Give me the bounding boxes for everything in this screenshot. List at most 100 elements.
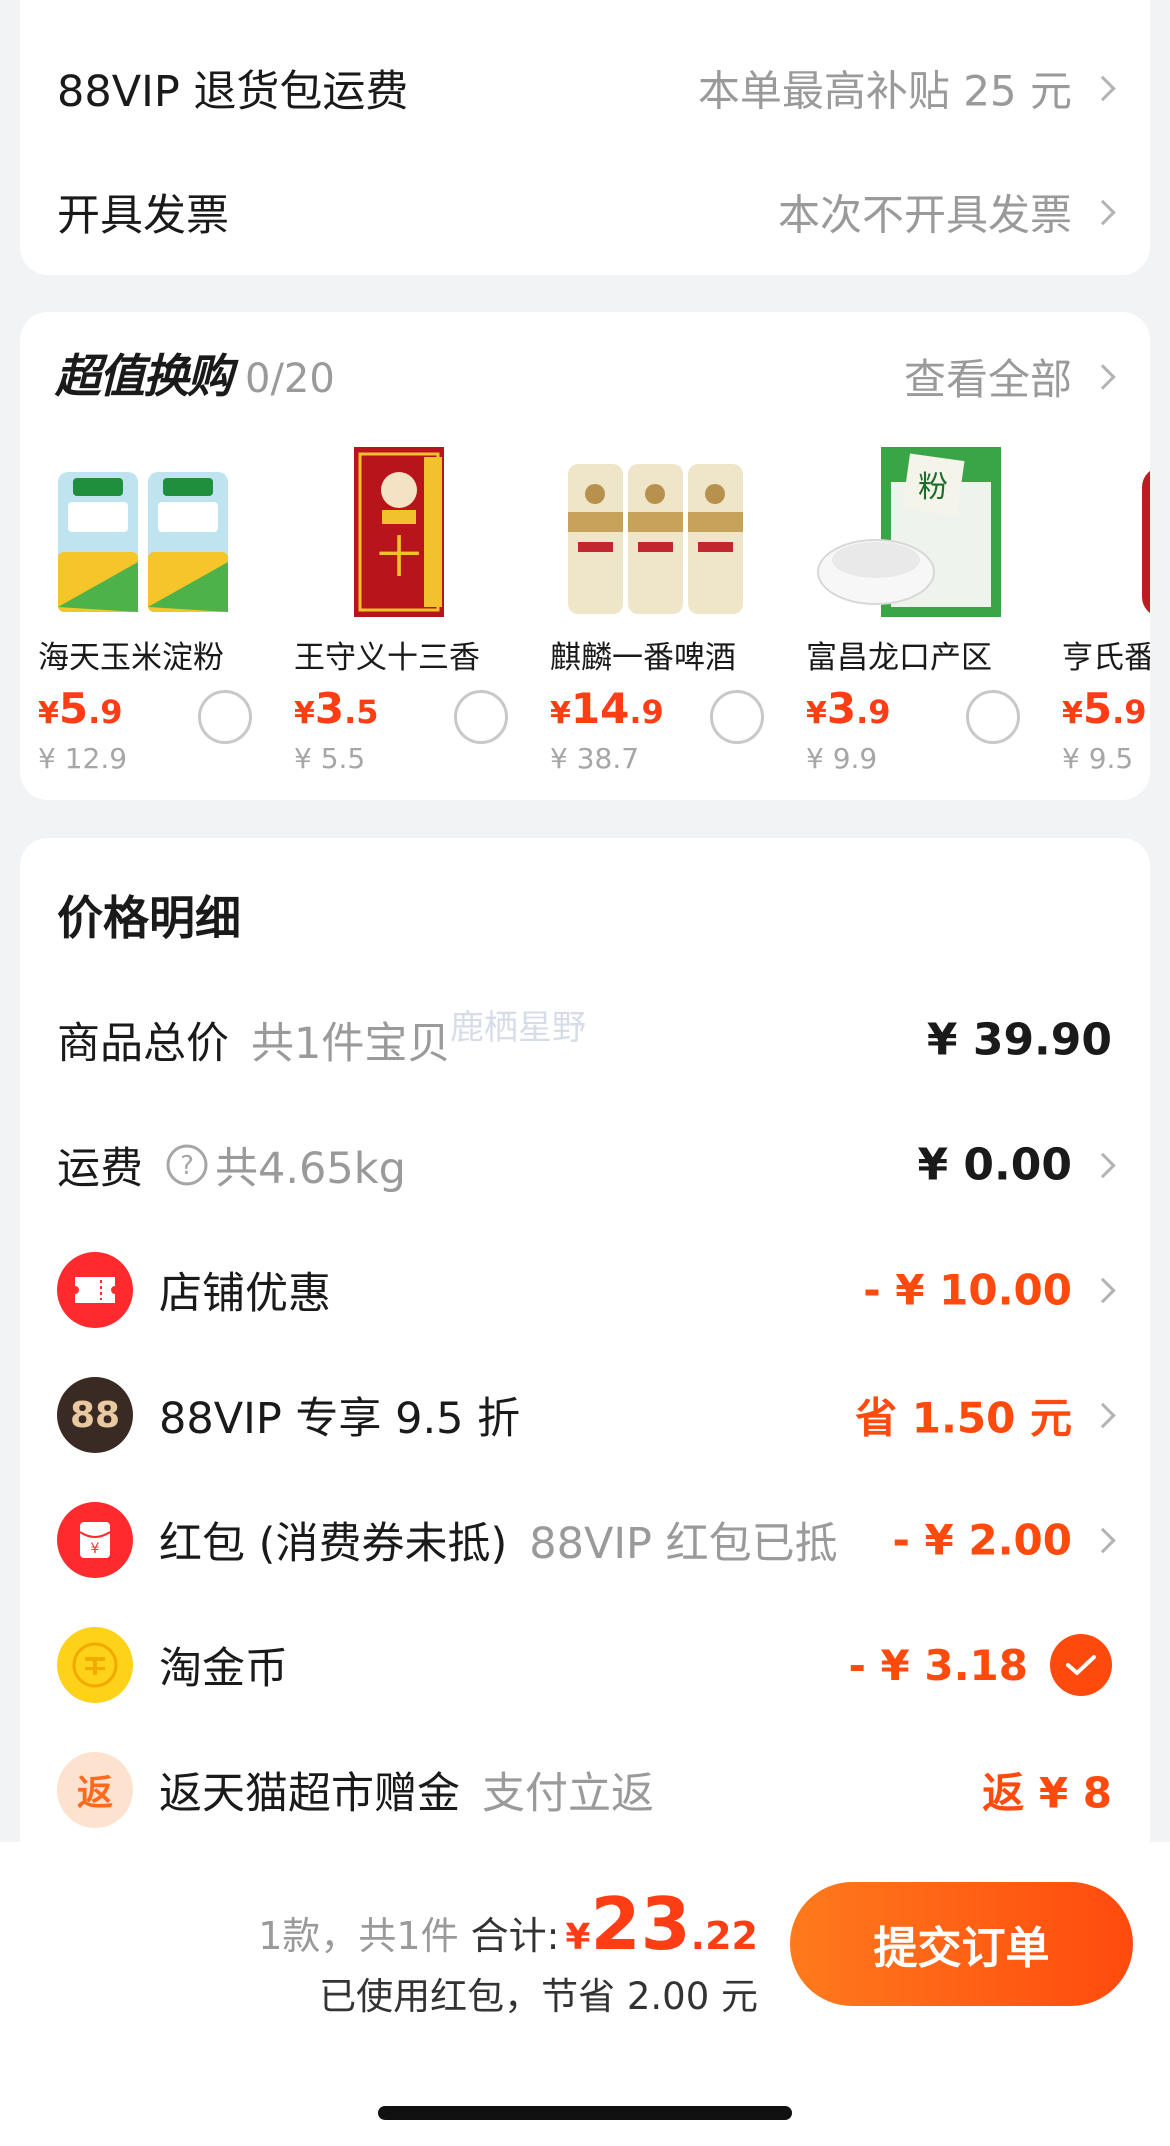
product-original-price: ¥ 12.9 xyxy=(38,742,128,775)
swap-purchase-card: 超值换购 0/20 查看全部 海天玉米淀粉 ¥5.9 ¥ 12.9 十 王守义十… xyxy=(20,312,1150,800)
price-int: 3 xyxy=(826,684,857,733)
swap-product[interactable]: 亨氏番 ¥5.9 ¥ 9.5 xyxy=(1062,442,1150,782)
swap-product[interactable]: 粉 富昌龙口产区 ¥3.9 ¥ 9.9 xyxy=(806,442,1046,782)
store-discount-label: 店铺优惠 xyxy=(159,1269,331,1319)
price-dec: .9 xyxy=(856,693,891,731)
chevron-right-icon xyxy=(1090,75,1116,101)
vip-discount-value: 省 1.50 元 xyxy=(855,1393,1072,1443)
saved-note: 已使用红包，节省 2.00 元 xyxy=(319,1975,758,2018)
order-total: 1款，共1件 合计: ¥ 23 .22 xyxy=(258,1882,758,1966)
swap-title: 超值换购 0/20 xyxy=(55,340,335,406)
spice-box-image: 十 xyxy=(354,447,444,617)
cashback-sub: 支付立返 xyxy=(482,1769,654,1819)
svg-text:¥: ¥ xyxy=(91,1541,100,1557)
cashback-label: 返天猫超市赠金 xyxy=(159,1769,460,1819)
product-original-price: ¥ 9.5 xyxy=(1062,742,1134,775)
chevron-right-icon xyxy=(1090,363,1116,390)
return-shipping-row[interactable]: 88VIP 退货包运费 本单最高补贴 25 元 xyxy=(20,38,1150,138)
cashback-row: 返 返天猫超市赠金 支付立返 返 ¥ 8 xyxy=(20,1740,1150,1840)
gold-coin-row[interactable]: 淘金币 - ¥ 3.18 xyxy=(20,1615,1150,1715)
product-name: 麒麟一番啤酒 xyxy=(550,640,736,676)
chevron-right-icon xyxy=(1090,199,1116,225)
product-name: 富昌龙口产区 xyxy=(806,640,992,676)
red-packet-icon: ¥ xyxy=(57,1502,133,1578)
gold-coin-icon xyxy=(57,1627,133,1703)
goods-count: 共1件宝贝 xyxy=(251,1019,451,1069)
svg-text:十: 十 xyxy=(377,532,421,583)
gold-coin-value: - ¥ 3.18 xyxy=(848,1640,1028,1690)
return-shipping-value: 本单最高补贴 25 元 xyxy=(697,66,1072,116)
home-indicator[interactable] xyxy=(378,2106,792,2120)
checkmark-icon[interactable] xyxy=(1050,1634,1112,1696)
invoice-row[interactable]: 开具发票 本次不开具发票 xyxy=(20,162,1150,262)
ticket-icon xyxy=(57,1252,133,1328)
store-discount-value: - ¥ 10.00 xyxy=(863,1265,1072,1315)
swap-title-text: 超值换购 xyxy=(55,349,233,403)
select-radio[interactable] xyxy=(710,690,764,744)
store-discount-row[interactable]: 店铺优惠 - ¥ 10.00 xyxy=(20,1240,1150,1340)
submit-order-button[interactable]: 提交订单 xyxy=(790,1882,1133,2006)
shipping-value: ¥ 0.00 xyxy=(917,1139,1073,1191)
vip-discount-label: 88VIP 专享 9.5 折 xyxy=(159,1394,521,1444)
svg-text:?: ? xyxy=(180,1151,194,1181)
goods-total-value: ¥ 39.90 xyxy=(926,1014,1112,1066)
red-packet-row[interactable]: ¥ 红包 (消费券未抵) 88VIP 红包已抵 - ¥ 2.00 xyxy=(20,1490,1150,1590)
price-dec: .9 xyxy=(629,693,664,731)
watermark: 鹿栖星野 xyxy=(450,1008,586,1048)
vip-discount-row[interactable]: 88 88VIP 专享 9.5 折 省 1.50 元 xyxy=(20,1365,1150,1465)
total-dec: .22 xyxy=(690,1914,758,1958)
total-label: 合计: xyxy=(470,1914,560,1958)
red-packet-label: 红包 (消费券未抵) xyxy=(159,1519,508,1569)
yen-symbol: ¥ xyxy=(550,696,571,731)
select-radio[interactable] xyxy=(198,690,252,744)
price-dec: .9 xyxy=(1112,693,1147,731)
swap-count: 0/20 xyxy=(245,356,335,402)
vermicelli-image: 粉 xyxy=(817,447,1001,617)
item-count: 1款，共1件 xyxy=(258,1914,459,1958)
yen-symbol: ¥ xyxy=(1062,696,1083,731)
cashback-icon: 返 xyxy=(57,1752,133,1828)
yen-symbol: ¥ xyxy=(38,696,59,731)
chevron-right-icon xyxy=(1090,1527,1116,1553)
product-price: ¥5.9 xyxy=(1062,684,1147,733)
price-int: 5 xyxy=(1082,684,1113,733)
invoice-label: 开具发票 xyxy=(57,191,229,241)
svg-text:粉: 粉 xyxy=(918,470,948,505)
red-packet-sub: 88VIP 红包已抵 xyxy=(529,1519,838,1569)
product-price: ¥3.5 xyxy=(294,684,379,733)
swap-product[interactable]: 十 王守义十三香 ¥3.5 ¥ 5.5 xyxy=(294,442,534,782)
select-radio[interactable] xyxy=(966,690,1020,744)
product-price: ¥5.9 xyxy=(38,684,123,733)
chevron-right-icon xyxy=(1090,1277,1116,1303)
corn-starch-image xyxy=(58,472,228,612)
invoice-value: 本次不开具发票 xyxy=(777,190,1072,240)
order-options-card: 88VIP 退货包运费 本单最高补贴 25 元 开具发票 本次不开具发票 xyxy=(20,0,1150,275)
swap-product-list: 海天玉米淀粉 ¥5.9 ¥ 12.9 十 王守义十三香 ¥3.5 ¥ 5.5 麒… xyxy=(20,442,1150,782)
product-original-price: ¥ 38.7 xyxy=(550,742,640,775)
shipping-row[interactable]: 运费 ? 共4.65kg ¥ 0.00 xyxy=(20,1115,1150,1215)
view-all-link[interactable]: 查看全部 xyxy=(903,346,1116,407)
view-all-label: 查看全部 xyxy=(903,355,1072,404)
total-yen: ¥ xyxy=(565,1917,591,1958)
swap-product[interactable]: 海天玉米淀粉 ¥5.9 ¥ 12.9 xyxy=(38,442,278,782)
gold-coin-label: 淘金币 xyxy=(159,1644,288,1694)
chevron-right-icon xyxy=(1090,1152,1116,1178)
product-name: 亨氏番 xyxy=(1062,640,1150,676)
product-name: 王守义十三香 xyxy=(294,640,480,676)
vip-88-icon: 88 xyxy=(57,1377,133,1453)
question-icon[interactable]: ? xyxy=(165,1143,209,1187)
beer-cans-image xyxy=(568,464,743,614)
swap-product[interactable]: 麒麟一番啤酒 ¥14.9 ¥ 38.7 xyxy=(550,442,790,782)
yen-symbol: ¥ xyxy=(806,696,827,731)
total-int: 23 xyxy=(590,1882,691,1966)
price-int: 5 xyxy=(58,684,89,733)
product-price: ¥3.9 xyxy=(806,684,891,733)
bottom-bar: 1款，共1件 合计: ¥ 23 .22 已使用红包，节省 2.00 元 提交订单 xyxy=(0,1842,1170,2146)
cashback-value: 返 ¥ 8 xyxy=(982,1768,1112,1818)
price-detail-title: 价格明细 xyxy=(57,891,241,945)
yen-symbol: ¥ xyxy=(294,696,315,731)
ketchup-image xyxy=(1142,471,1150,613)
select-radio[interactable] xyxy=(454,690,508,744)
price-int: 14 xyxy=(570,684,630,733)
shipping-label: 运费 xyxy=(57,1144,143,1194)
